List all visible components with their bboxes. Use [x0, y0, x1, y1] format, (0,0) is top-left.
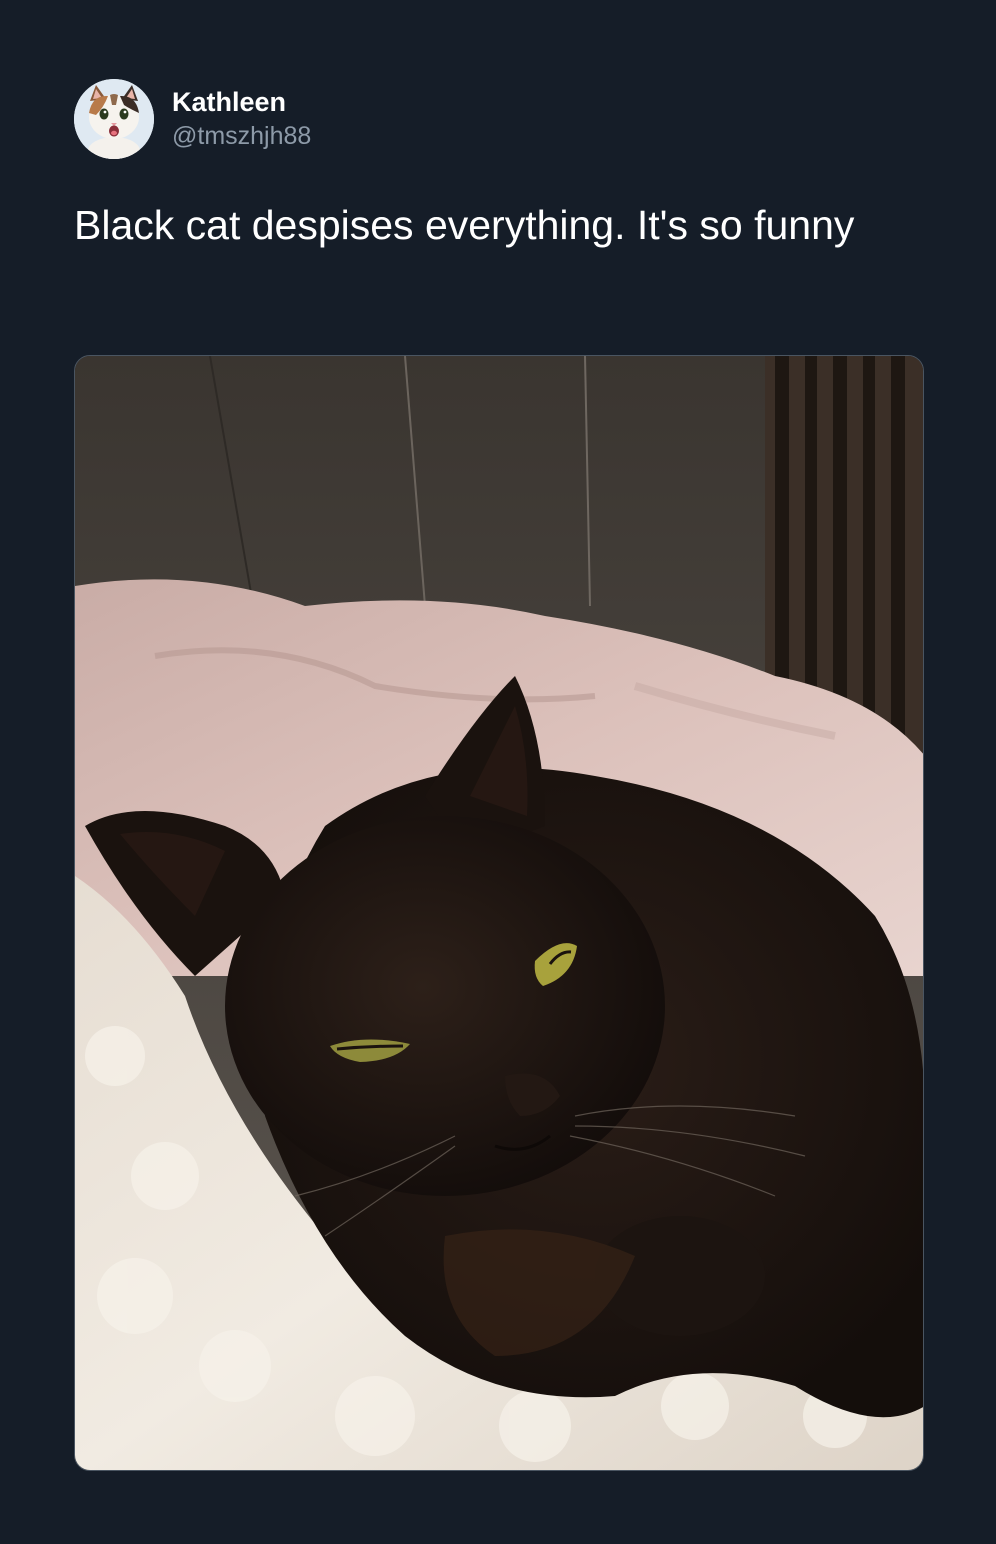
author-display-name[interactable]: Kathleen [172, 85, 311, 119]
tweet-card[interactable]: Kathleen @tmszhjh88 Black cat despises e… [0, 0, 996, 1544]
tweet-header: Kathleen @tmszhjh88 [74, 78, 311, 160]
author-names: Kathleen @tmszhjh88 [172, 85, 311, 153]
tweet-text: Black cat despises everything. It's so f… [74, 202, 855, 248]
author-handle[interactable]: @tmszhjh88 [172, 119, 311, 153]
calico-cat-avatar-icon [74, 79, 154, 159]
tweet-media-photo[interactable] [74, 355, 924, 1471]
black-cat-photo-icon [75, 356, 923, 1470]
author-avatar[interactable] [74, 79, 154, 159]
